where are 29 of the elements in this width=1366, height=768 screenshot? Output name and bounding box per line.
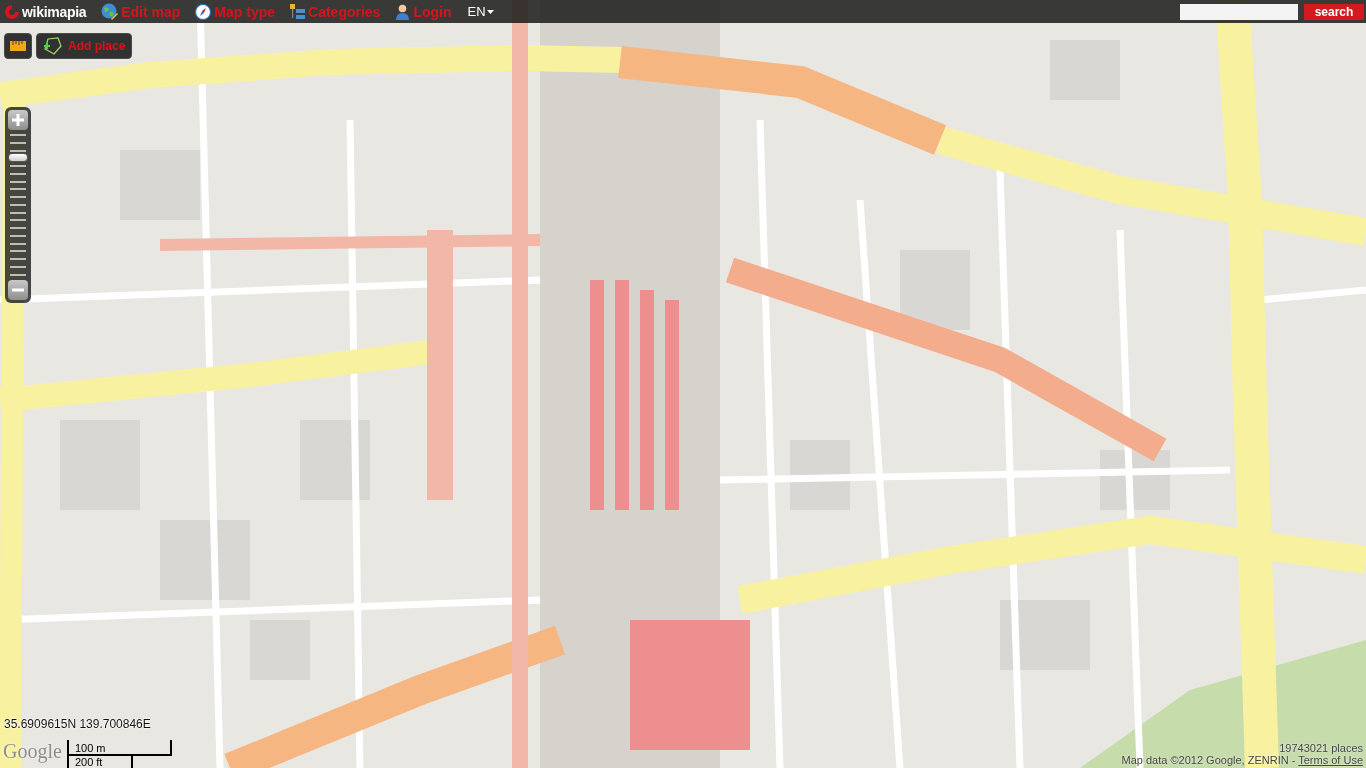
search-button[interactable]: search <box>1304 3 1364 20</box>
zoom-slider-handle[interactable] <box>8 152 28 162</box>
search-field[interactable] <box>1180 3 1298 20</box>
zoom-out-button[interactable] <box>8 280 28 300</box>
coordinates-text: 35.6909615N 139.700846E <box>4 717 151 731</box>
ruler-button[interactable] <box>4 33 32 59</box>
map-attribution: Map data ©2012 Google, ZENRIN - Terms of Use <box>1121 754 1363 766</box>
login-button[interactable]: Login <box>395 3 452 20</box>
terms-of-use-link[interactable]: Terms of Use <box>1298 754 1363 766</box>
language-button[interactable]: EN <box>467 4 494 19</box>
categories-button[interactable]: Categories <box>290 3 381 20</box>
places-count: 19743021 places <box>1279 742 1363 754</box>
minus-icon <box>11 288 25 292</box>
add-place-button[interactable]: Add place <box>36 33 133 59</box>
scale-imperial-label: 200 ft <box>73 756 103 768</box>
polygon-plus-icon <box>42 37 62 55</box>
swirl-icon <box>4 3 20 20</box>
compass-icon <box>195 3 212 20</box>
wikimapia-logo-text: wikimapia <box>22 3 87 20</box>
person-icon <box>395 3 411 20</box>
ruler-icon <box>10 41 26 51</box>
globe-icon <box>101 3 119 20</box>
edit-map-button[interactable]: Edit map <box>101 3 181 20</box>
caret-icon <box>486 9 494 14</box>
map-type-button[interactable]: Map type <box>195 3 276 20</box>
list-icon <box>290 3 306 20</box>
zoom-in-button[interactable] <box>8 110 28 130</box>
scale-metric-label: 100 m <box>73 742 106 754</box>
plus-icon <box>11 113 25 127</box>
